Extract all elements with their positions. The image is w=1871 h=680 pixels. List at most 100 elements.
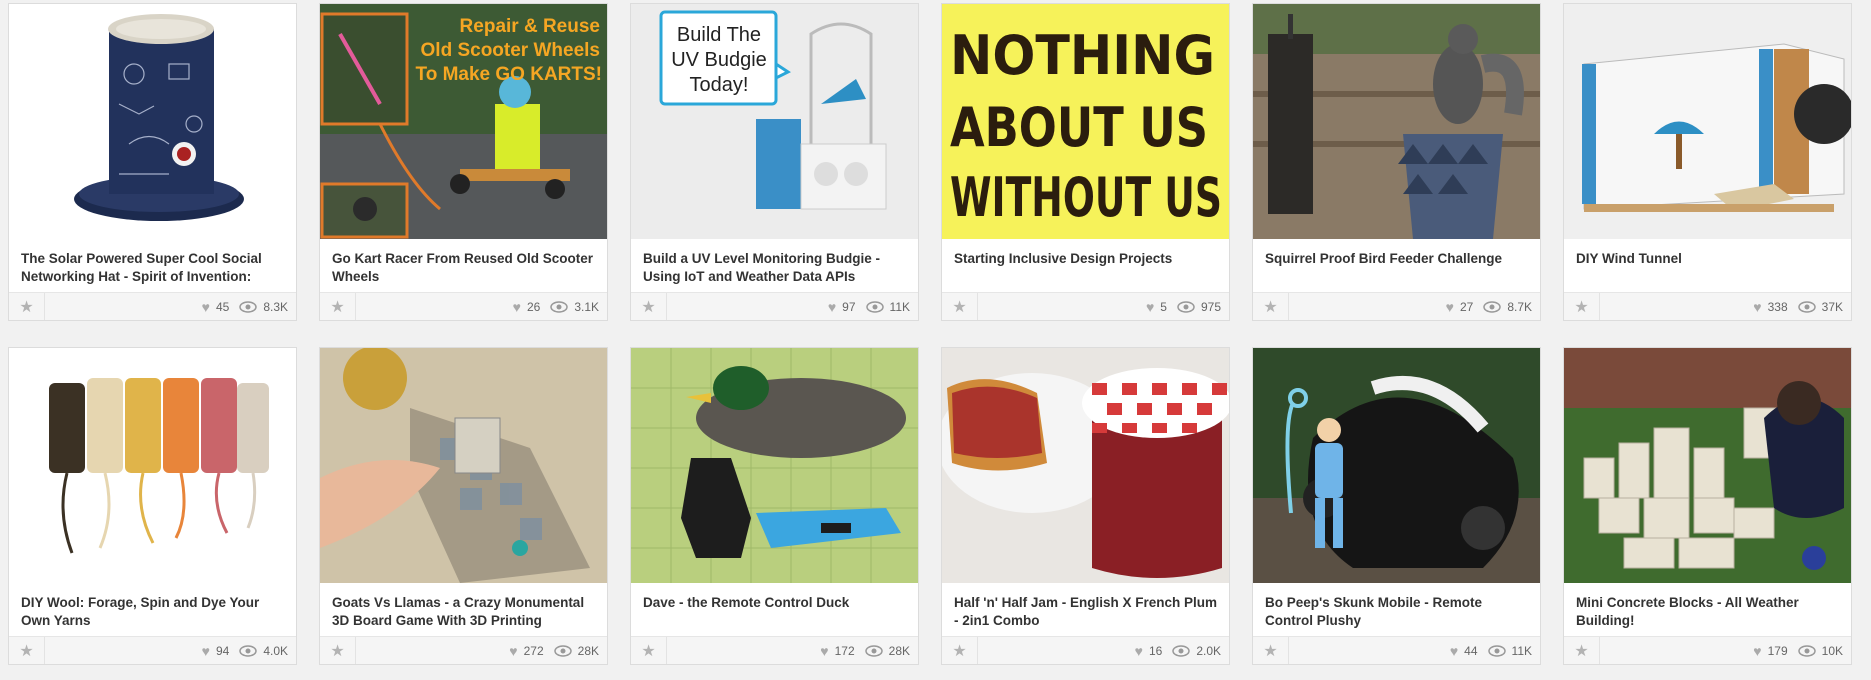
- star-icon[interactable]: ★: [1253, 293, 1289, 320]
- project-thumbnail[interactable]: [320, 348, 607, 583]
- star-icon[interactable]: ★: [1564, 637, 1600, 664]
- project-stats-bar: ★ ♥ 16 2.0K: [942, 636, 1229, 664]
- project-title[interactable]: DIY Wind Tunnel: [1576, 250, 1839, 268]
- star-icon[interactable]: ★: [631, 293, 667, 320]
- project-thumbnail[interactable]: [1564, 348, 1851, 583]
- heart-icon: ♥: [1753, 298, 1762, 315]
- project-stats: ♥ 45 8.3K: [202, 293, 288, 320]
- views-count: 37K: [1821, 299, 1843, 314]
- star-icon[interactable]: ★: [942, 293, 978, 320]
- eye-icon: [239, 300, 258, 313]
- heart-icon: ♥: [201, 298, 210, 315]
- project-stats-bar: ★ ♥ 172 28K: [631, 636, 918, 664]
- project-card[interactable]: The Solar Powered Super Cool Social Netw…: [8, 3, 297, 321]
- thumbnail-overlay-text: Build The: [677, 24, 761, 46]
- thumbnail-overlay-text: To Make GO KARTS!: [416, 64, 603, 85]
- project-title[interactable]: Starting Inclusive Design Projects: [954, 250, 1217, 268]
- star-icon[interactable]: ★: [942, 637, 978, 664]
- project-stats-bar: ★ ♥ 5 975: [942, 292, 1229, 320]
- star-icon[interactable]: ★: [320, 293, 356, 320]
- star-icon[interactable]: ★: [1564, 293, 1600, 320]
- thumbnail-overlay-text: NOTHING: [950, 24, 1215, 87]
- project-thumbnail[interactable]: [1253, 348, 1540, 583]
- project-thumbnail[interactable]: [631, 348, 918, 583]
- project-stats: ♥ 172 28K: [820, 637, 910, 664]
- project-stats-bar: ★ ♥ 27 8.7K: [1253, 292, 1540, 320]
- eye-icon: [864, 644, 883, 657]
- views-count: 975: [1200, 299, 1221, 314]
- thumbnail-overlay-text: UV Budgie: [671, 49, 767, 71]
- project-title[interactable]: DIY Wool: Forage, Spin and Dye Your Own …: [21, 594, 284, 630]
- heart-icon: ♥: [1145, 298, 1155, 315]
- project-stats: ♥ 338 37K: [1753, 293, 1843, 320]
- project-card[interactable]: Goats Vs Llamas - a Crazy Monumental 3D …: [319, 347, 608, 665]
- project-stats-bar: ★ ♥ 94 4.0K: [9, 636, 296, 664]
- project-card[interactable]: Squirrel Proof Bird Feeder Challenge ★ ♥…: [1252, 3, 1541, 321]
- star-icon[interactable]: ★: [631, 637, 667, 664]
- project-thumbnail[interactable]: NOTHING ABOUT US WITHOUT US: [942, 4, 1229, 239]
- project-stats: ♥ 94 4.0K: [202, 637, 288, 664]
- project-thumbnail[interactable]: [9, 348, 296, 583]
- project-card[interactable]: Build The UV Budgie Today! Build a UV Le…: [630, 3, 919, 321]
- views-count: 4.0K: [263, 643, 288, 658]
- project-stats-bar: ★ ♥ 26 3.1K: [320, 292, 607, 320]
- views-count: 10K: [1821, 643, 1843, 658]
- project-card[interactable]: DIY Wool: Forage, Spin and Dye Your Own …: [8, 347, 297, 665]
- project-card[interactable]: Repair & Reuse Old Scooter Wheels To Mak…: [319, 3, 608, 321]
- eye-icon: [550, 300, 569, 313]
- eye-icon: [1487, 644, 1506, 657]
- project-stats-bar: ★ ♥ 179 10K: [1564, 636, 1851, 664]
- project-card[interactable]: Mini Concrete Blocks - All Weather Build…: [1563, 347, 1852, 665]
- project-stats: ♥ 26 3.1K: [513, 293, 599, 320]
- project-thumbnail[interactable]: [9, 4, 296, 239]
- favorites-count: 338: [1767, 299, 1788, 314]
- project-title[interactable]: Dave - the Remote Control Duck: [643, 594, 906, 612]
- project-title[interactable]: Go Kart Racer From Reused Old Scooter Wh…: [332, 250, 595, 286]
- favorites-count: 172: [834, 643, 855, 658]
- project-thumbnail[interactable]: [1253, 4, 1540, 239]
- project-thumbnail[interactable]: Build The UV Budgie Today!: [631, 4, 918, 239]
- project-stats: ♥ 272 28K: [509, 637, 599, 664]
- project-title[interactable]: Bo Peep's Skunk Mobile - Remote Control …: [1265, 594, 1528, 630]
- heart-icon: ♥: [827, 298, 837, 315]
- star-icon[interactable]: ★: [320, 637, 356, 664]
- eye-icon: [239, 644, 258, 657]
- project-stats-bar: ★ ♥ 272 28K: [320, 636, 607, 664]
- views-count: 8.3K: [263, 299, 288, 314]
- star-icon[interactable]: ★: [9, 637, 45, 664]
- project-card[interactable]: Dave - the Remote Control Duck ★ ♥ 172 2…: [630, 347, 919, 665]
- project-card[interactable]: NOTHING ABOUT US WITHOUT US Starting Inc…: [941, 3, 1230, 321]
- eye-icon: [1483, 300, 1502, 313]
- favorites-count: 272: [523, 643, 544, 658]
- favorites-count: 44: [1464, 643, 1478, 658]
- project-title[interactable]: Half 'n' Half Jam - English X French Plu…: [954, 594, 1217, 630]
- star-icon[interactable]: ★: [9, 293, 45, 320]
- star-icon[interactable]: ★: [1253, 637, 1289, 664]
- views-count: 2.0K: [1196, 643, 1221, 658]
- thumbnail-overlay-text: WITHOUT US: [950, 166, 1222, 229]
- project-stats: ♥ 179 10K: [1753, 637, 1843, 664]
- project-thumbnail[interactable]: [1564, 4, 1851, 239]
- project-thumbnail[interactable]: Repair & Reuse Old Scooter Wheels To Mak…: [320, 4, 607, 239]
- project-title[interactable]: The Solar Powered Super Cool Social Netw…: [21, 250, 284, 286]
- project-card[interactable]: Half 'n' Half Jam - English X French Plu…: [941, 347, 1230, 665]
- project-title[interactable]: Squirrel Proof Bird Feeder Challenge: [1265, 250, 1528, 268]
- heart-icon: ♥: [509, 642, 518, 659]
- favorites-count: 16: [1148, 643, 1163, 658]
- project-title[interactable]: Mini Concrete Blocks - All Weather Build…: [1576, 594, 1839, 630]
- project-title[interactable]: Goats Vs Llamas - a Crazy Monumental 3D …: [332, 594, 595, 630]
- favorites-count: 94: [215, 643, 230, 658]
- views-count: 28K: [888, 643, 910, 658]
- project-thumbnail[interactable]: [942, 348, 1229, 583]
- project-stats-bar: ★ ♥ 97 11K: [631, 292, 918, 320]
- project-card[interactable]: DIY Wind Tunnel ★ ♥ 338 37K: [1563, 3, 1852, 321]
- project-title[interactable]: Build a UV Level Monitoring Budgie - Usi…: [643, 250, 906, 286]
- eye-icon: [1177, 300, 1195, 313]
- eye-icon: [553, 644, 572, 657]
- project-card[interactable]: Bo Peep's Skunk Mobile - Remote Control …: [1252, 347, 1541, 665]
- heart-icon: ♥: [1449, 642, 1459, 659]
- eye-icon: [1797, 644, 1816, 657]
- heart-icon: ♥: [820, 642, 829, 659]
- views-count: 11K: [889, 299, 910, 314]
- heart-icon: ♥: [512, 298, 521, 315]
